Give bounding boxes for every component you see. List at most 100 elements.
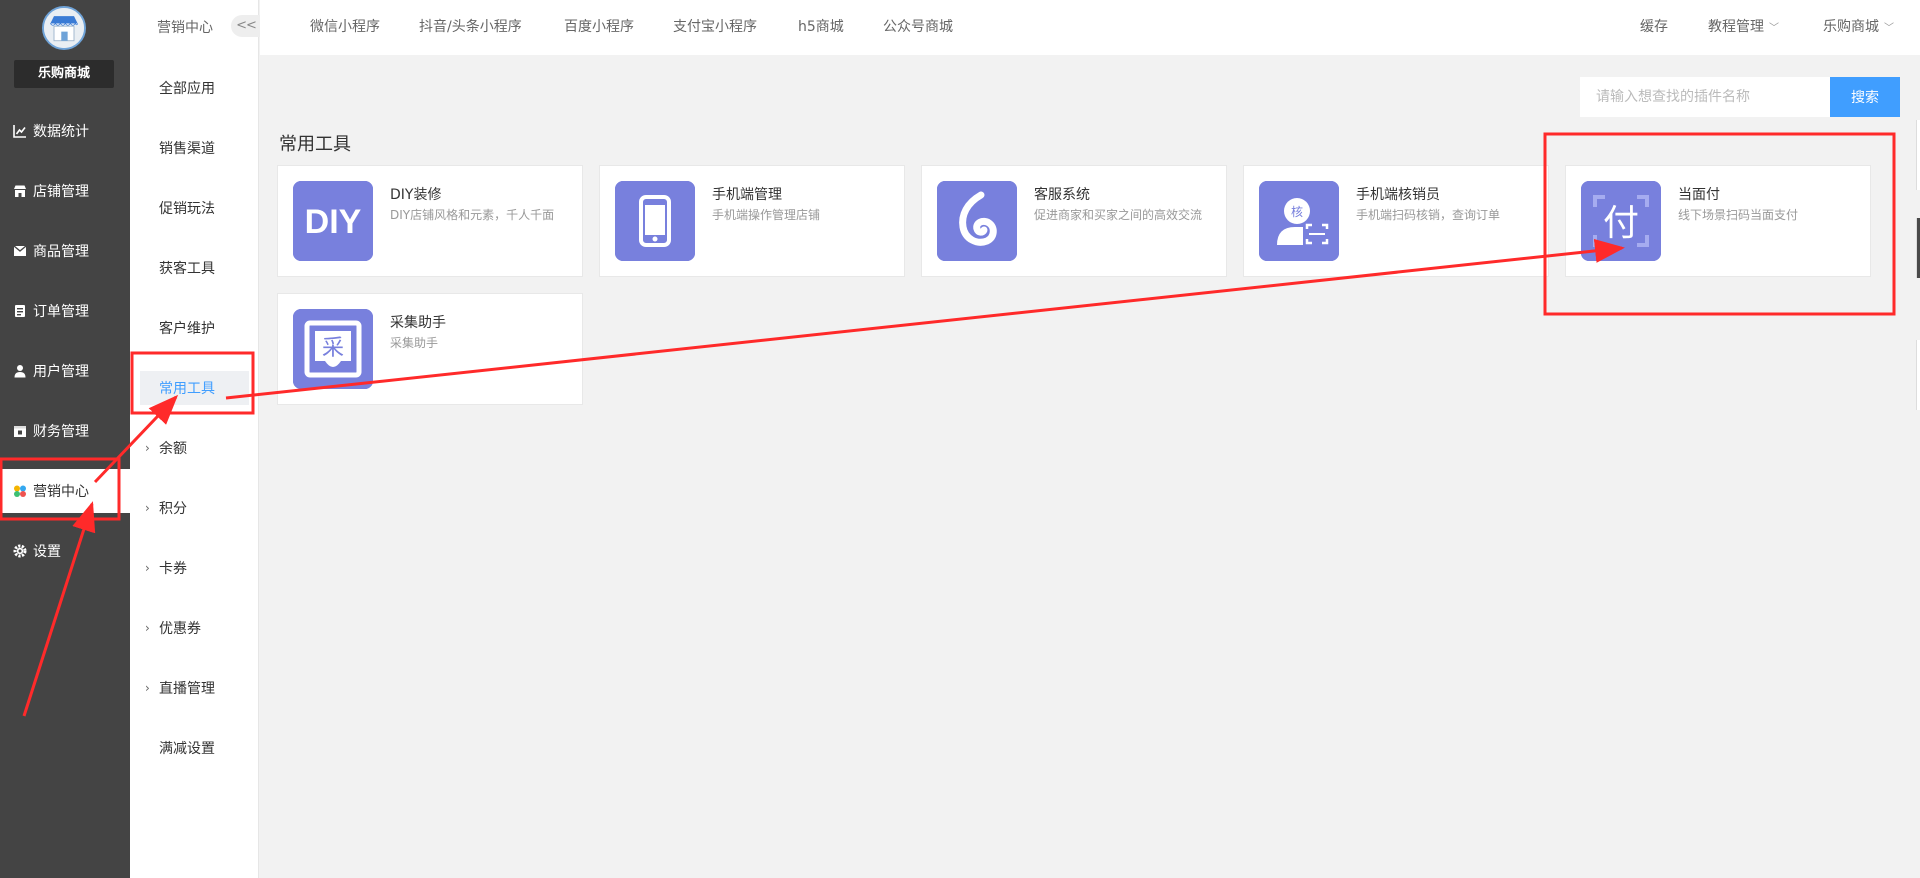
cache-link[interactable]: 缓存 — [1640, 0, 1668, 55]
sidebar-item-label: 营销中心 — [33, 484, 89, 500]
subnav-item-label: 优惠券 — [159, 621, 201, 637]
tool-desc: 线下场景扫码当面支付 — [1678, 208, 1799, 222]
sidebar-item-label: 数据统计 — [33, 124, 89, 140]
subnav-item-balance[interactable]: › 余额 — [140, 431, 249, 465]
tool-card-customer-service[interactable]: 客服系统 促进商家和买家之间的高效交流 — [921, 165, 1227, 277]
diy-icon: DIY — [293, 181, 373, 261]
tool-desc: 采集助手 — [390, 336, 439, 350]
subnav-item-acquisition[interactable]: 获客工具 — [140, 251, 249, 285]
chart-line-icon — [12, 123, 28, 139]
chevron-right-icon: › — [145, 441, 150, 455]
subnav-item-all-apps[interactable]: 全部应用 — [140, 71, 249, 105]
subnav-item-label: 客户维护 — [159, 321, 215, 337]
user-icon — [12, 363, 28, 379]
verifier-icon: 核 — [1259, 181, 1339, 261]
search-button[interactable]: 搜索 — [1830, 77, 1900, 117]
icon-text: DIY — [305, 203, 362, 241]
sidebar-item-store[interactable]: 店铺管理 — [0, 169, 130, 213]
marketing-icon — [12, 483, 28, 499]
subnav-item-label: 获客工具 — [159, 261, 215, 277]
edge-float-tab[interactable] — [1916, 218, 1920, 278]
sidebar-item-users[interactable]: 用户管理 — [0, 349, 130, 393]
subnav-item-label: 余额 — [159, 441, 187, 457]
collapse-sidebar-button[interactable]: << — [231, 15, 261, 37]
subnav-item-label: 满减设置 — [159, 741, 215, 757]
main-sidebar: 乐购商城 数据统计 店铺管理 商品管理 订单管理 用户管理 财务管理 营销中心 … — [0, 0, 130, 878]
subnav-item-cards[interactable]: › 卡券 — [140, 551, 249, 585]
gear-icon — [12, 543, 28, 559]
customer-service-icon — [937, 181, 1017, 261]
subnav-item-label: 常用工具 — [159, 381, 215, 397]
icon-text: 核 — [1291, 205, 1303, 219]
subnav-item-label: 积分 — [159, 501, 187, 517]
store-icon — [12, 183, 28, 199]
tool-title: 采集助手 — [390, 315, 446, 331]
subnav-item-full-reduction[interactable]: 满减设置 — [140, 731, 249, 765]
tab-douyin-miniprogram[interactable]: 抖音/头条小程序 — [419, 0, 522, 55]
sidebar-item-label: 设置 — [33, 544, 61, 560]
tab-alipay-miniprogram[interactable]: 支付宝小程序 — [673, 0, 757, 55]
sidebar-item-marketing[interactable]: 营销中心 — [0, 469, 130, 513]
chevron-right-icon: › — [145, 501, 150, 515]
chevron-down-icon: ﹀ — [1884, 23, 1894, 34]
subnav-item-customer-care[interactable]: 客户维护 — [140, 311, 249, 345]
chevron-right-icon: › — [145, 681, 150, 695]
edge-float-tab[interactable] — [1916, 340, 1920, 410]
face-pay-icon: 付 — [1581, 181, 1661, 261]
sidebar-item-settings[interactable]: 设置 — [0, 529, 130, 573]
shop-menu-label: 乐购商城 — [1823, 19, 1879, 35]
sidebar-item-label: 店铺管理 — [33, 184, 89, 200]
sidebar-item-label: 商品管理 — [33, 244, 89, 260]
tool-desc: 促进商家和买家之间的高效交流 — [1034, 208, 1203, 222]
secondary-sidebar: 营销中心 << 全部应用 销售渠道 促销玩法 获客工具 客户维护 常用工具 › 余… — [130, 0, 261, 878]
order-icon — [12, 303, 28, 319]
store-logo-icon[interactable] — [42, 6, 86, 50]
sidebar-item-data-stats[interactable]: 数据统计 — [0, 109, 130, 153]
tool-card-face-pay[interactable]: 付 当面付 线下场景扫码当面支付 — [1565, 165, 1871, 277]
subnav-item-live[interactable]: › 直播管理 — [140, 671, 249, 705]
sidebar-item-label: 订单管理 — [33, 304, 89, 320]
sidebar-item-orders[interactable]: 订单管理 — [0, 289, 130, 333]
tab-h5-mall[interactable]: h5商城 — [798, 0, 844, 55]
tab-wechat-miniprogram[interactable]: 微信小程序 — [310, 0, 380, 55]
collect-icon: 采 — [293, 309, 373, 389]
tool-desc: DIY店铺风格和元素，千人千面 — [390, 208, 555, 222]
subnav-item-sales-channel[interactable]: 销售渠道 — [140, 131, 249, 165]
tool-title: 当面付 — [1678, 187, 1720, 203]
subnav-item-promotions[interactable]: 促销玩法 — [140, 191, 249, 225]
subnav-item-coupons[interactable]: › 优惠券 — [140, 611, 249, 645]
shop-menu[interactable]: 乐购商城 ﹀ — [1823, 0, 1894, 55]
tool-card-diy[interactable]: DIY DIY装修 DIY店铺风格和元素，千人千面 — [277, 165, 583, 277]
section-title: 常用工具 — [279, 134, 351, 155]
tool-card-mobile-manage[interactable]: 手机端管理 手机端操作管理店铺 — [599, 165, 905, 277]
tool-title: DIY装修 — [390, 187, 442, 203]
sidebar-item-goods[interactable]: 商品管理 — [0, 229, 130, 273]
subnav-item-label: 全部应用 — [159, 81, 215, 97]
subnav-item-label: 直播管理 — [159, 681, 215, 697]
subnav-item-label: 促销玩法 — [159, 201, 215, 217]
tool-title: 手机端核销员 — [1356, 187, 1440, 203]
subnav-item-common-tools[interactable]: 常用工具 — [140, 371, 249, 405]
icon-text: 付 — [1603, 203, 1639, 244]
edge-float-tab[interactable] — [1916, 120, 1920, 190]
subnav-item-points[interactable]: › 积分 — [140, 491, 249, 525]
tool-desc: 手机端操作管理店铺 — [712, 208, 821, 222]
tab-official-account-mall[interactable]: 公众号商城 — [883, 0, 953, 55]
tool-card-collect-assistant[interactable]: 采 采集助手 采集助手 — [277, 293, 583, 405]
tab-baidu-miniprogram[interactable]: 百度小程序 — [564, 0, 634, 55]
tool-card-mobile-verifier[interactable]: 核 手机端核销员 手机端扫码核销，查询订单 — [1243, 165, 1549, 277]
finance-icon — [12, 423, 28, 439]
tool-title: 客服系统 — [1034, 187, 1090, 203]
brand-name: 乐购商城 — [14, 60, 114, 88]
goods-icon — [12, 243, 28, 259]
chevron-down-icon: ﹀ — [1769, 23, 1779, 34]
mobile-phone-icon — [615, 181, 695, 261]
plugin-search-input[interactable] — [1580, 77, 1830, 117]
top-bar: 微信小程序 抖音/头条小程序 百度小程序 支付宝小程序 h5商城 公众号商城 缓… — [260, 0, 1920, 55]
sidebar-item-label: 用户管理 — [33, 364, 89, 380]
tool-desc: 手机端扫码核销，查询订单 — [1356, 208, 1501, 222]
tutorial-menu[interactable]: 教程管理 ﹀ — [1708, 0, 1779, 55]
chevron-right-icon: › — [145, 561, 150, 575]
sidebar-item-finance[interactable]: 财务管理 — [0, 409, 130, 453]
tool-title: 手机端管理 — [712, 187, 782, 203]
